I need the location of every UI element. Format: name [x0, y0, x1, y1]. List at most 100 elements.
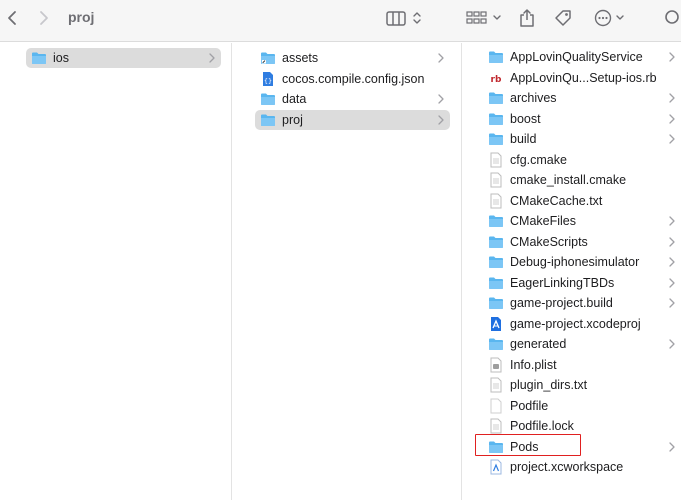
forward-button[interactable]	[34, 0, 54, 36]
item-label: game-project.build	[510, 296, 613, 310]
item-label: cocos.compile.config.json	[282, 71, 425, 86]
list-item[interactable]: project.xcworkspace	[484, 457, 681, 477]
document-icon	[488, 152, 504, 168]
blank-document-icon	[488, 398, 504, 414]
list-item[interactable]: Podfile	[484, 396, 681, 416]
folder-icon	[488, 234, 504, 250]
chevron-right-icon	[669, 257, 675, 267]
search-icon	[665, 10, 679, 24]
document-icon	[488, 418, 504, 434]
folder-icon	[260, 91, 276, 107]
xcodeproj-icon	[488, 316, 504, 332]
chevron-right-icon	[669, 93, 675, 103]
plist-file-icon	[488, 357, 504, 373]
list-item[interactable]: data	[255, 89, 450, 109]
svg-text:{}: {}	[264, 77, 272, 85]
item-label: data	[282, 92, 307, 106]
document-icon	[488, 193, 504, 209]
list-item[interactable]: cfg.cmake	[484, 150, 681, 170]
folder-icon	[31, 50, 47, 66]
item-label: proj	[282, 112, 303, 127]
folder-icon	[488, 254, 504, 270]
folder-icon	[488, 275, 504, 291]
folder-icon	[488, 295, 504, 311]
list-item[interactable]: Debug-iphonesimulator	[484, 252, 681, 272]
chevron-right-icon	[669, 236, 675, 247]
chevron-right-icon	[669, 216, 675, 226]
chevron-right-icon	[438, 94, 444, 104]
item-label: archives	[510, 91, 557, 105]
list-item[interactable]: Info.plist	[484, 355, 681, 375]
more-actions-button[interactable]	[592, 0, 628, 36]
list-item[interactable]: CMakeFiles	[484, 211, 681, 231]
chevron-right-icon	[669, 277, 675, 288]
tag-icon	[555, 10, 571, 26]
view-mode-button[interactable]	[384, 0, 424, 36]
tag-button[interactable]	[551, 0, 575, 36]
group-button[interactable]	[464, 0, 508, 36]
item-label: cmake_install.cmake	[510, 173, 627, 187]
item-label: Debug-iphonesimulator	[510, 255, 640, 269]
back-button[interactable]	[2, 0, 22, 36]
folder-icon	[488, 336, 504, 352]
chevron-right-icon	[669, 339, 675, 349]
list-item[interactable]: game-project.build	[484, 293, 681, 313]
folder-icon	[488, 213, 504, 229]
folder-icon	[260, 112, 276, 128]
search-button[interactable]	[662, 0, 681, 36]
list-item[interactable]: generated	[484, 334, 681, 354]
item-label: generated	[510, 337, 567, 351]
list-item[interactable]: build	[484, 129, 681, 149]
list-item[interactable]: CMakeScripts	[484, 232, 681, 252]
column-3: AppLovinQualityService rb AppLovinQu...S…	[474, 43, 681, 500]
folder-icon	[488, 49, 504, 65]
item-label: cfg.cmake	[510, 152, 567, 167]
column-1: ios	[0, 43, 231, 500]
list-item[interactable]: assets	[255, 48, 450, 68]
annotation-highlight-box	[475, 434, 581, 456]
item-label: Info.plist	[510, 357, 557, 372]
item-label: AppLovinQu...Setup-ios.rb	[510, 70, 657, 85]
column-view-icon	[386, 11, 421, 26]
list-item[interactable]: boost	[484, 109, 681, 129]
item-label: game-project.xcodeproj	[510, 316, 641, 331]
list-item[interactable]: rb AppLovinQu...Setup-ios.rb	[484, 68, 681, 88]
list-item[interactable]: AppLovinQualityService	[484, 47, 681, 67]
column-divider[interactable]	[461, 43, 462, 500]
list-item[interactable]: CMakeCache.txt	[484, 191, 681, 211]
chevron-right-icon	[438, 53, 444, 63]
item-label: build	[510, 132, 537, 146]
chevron-right-icon	[209, 53, 215, 63]
list-item[interactable]: EagerLinkingTBDs	[484, 273, 681, 293]
ruby-file-icon: rb	[488, 70, 504, 86]
item-label: project.xcworkspace	[510, 460, 624, 474]
list-item[interactable]: proj	[255, 109, 450, 130]
item-label: EagerLinkingTBDs	[510, 275, 615, 290]
folder-alias-icon	[260, 50, 276, 66]
folder-icon	[488, 90, 504, 106]
list-item[interactable]: {} cocos.compile.config.json	[255, 69, 450, 89]
item-label: boost	[510, 111, 541, 126]
list-item[interactable]: game-project.xcodeproj	[484, 314, 681, 334]
ellipsis-circle-icon	[594, 9, 624, 27]
item-label: plugin_dirs.txt	[510, 378, 588, 392]
list-item[interactable]: cmake_install.cmake	[484, 170, 681, 190]
item-label: Podfile.lock	[510, 419, 574, 433]
xcworkspace-icon	[488, 459, 504, 475]
column-divider[interactable]	[231, 43, 232, 500]
chevron-right-icon	[40, 11, 48, 25]
chevron-right-icon	[669, 113, 675, 124]
chevron-left-icon	[8, 11, 16, 25]
json-file-icon: {}	[260, 71, 276, 87]
chevron-right-icon	[669, 134, 675, 144]
share-button[interactable]	[515, 0, 539, 36]
list-item[interactable]: Podfile.lock	[484, 416, 681, 436]
chevron-right-icon	[438, 114, 444, 125]
list-item[interactable]: plugin_dirs.txt	[484, 375, 681, 395]
list-item[interactable]: ios	[26, 48, 221, 68]
svg-text:rb: rb	[491, 75, 502, 85]
item-label: AppLovinQualityService	[510, 50, 643, 64]
grid-group-icon	[466, 11, 501, 24]
list-item[interactable]: archives	[484, 88, 681, 108]
column-2: assets {} cocos.compile.config.json data…	[245, 43, 461, 500]
